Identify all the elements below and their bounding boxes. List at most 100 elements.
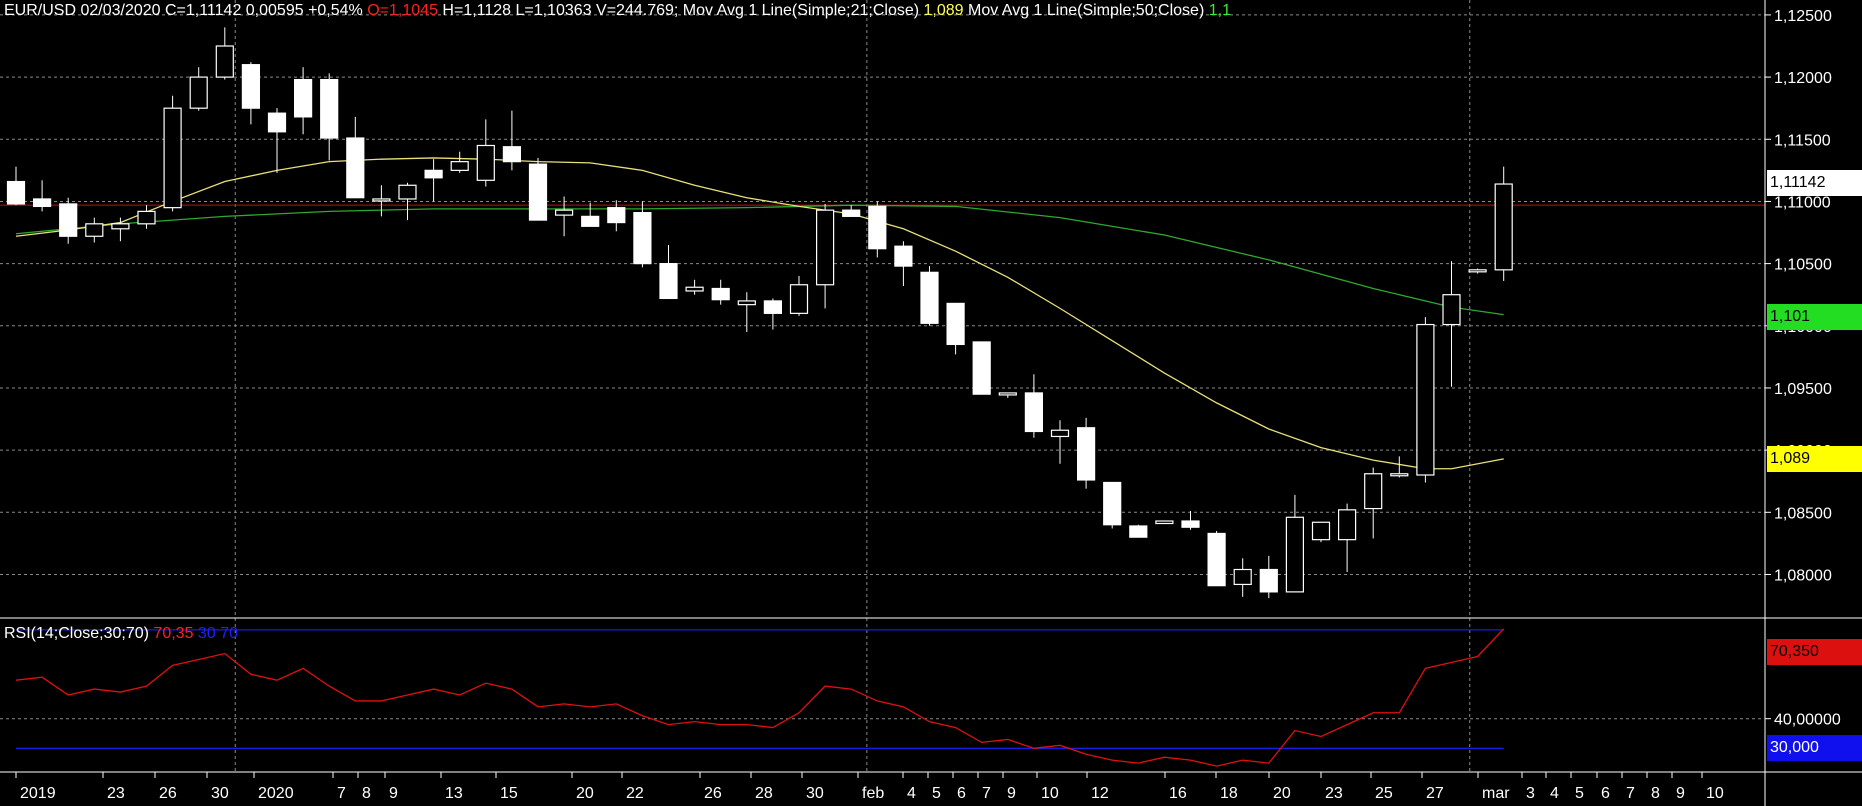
- candle-body: [763, 300, 783, 314]
- candle: [972, 341, 991, 395]
- candle-body: [398, 184, 417, 200]
- date-tick-label: 18: [1220, 785, 1238, 802]
- candle-body: [1024, 392, 1044, 433]
- ma50-path: [15, 204, 1504, 316]
- candle-body: [685, 286, 704, 292]
- date-tick-label: 8: [1651, 785, 1660, 802]
- candle: [59, 197, 78, 244]
- ma21-path: [15, 157, 1504, 470]
- candle-body: [346, 137, 365, 199]
- candle-body: [528, 163, 548, 221]
- candle-body: [789, 284, 809, 314]
- candle-body: [424, 169, 443, 179]
- candle-body: [842, 209, 861, 217]
- price-tick-label: 1,12000: [1774, 70, 1832, 87]
- date-tick-label: 27: [1426, 785, 1444, 802]
- candle-body: [267, 112, 287, 133]
- date-tick-label: 4: [907, 785, 916, 802]
- candle: [1364, 467, 1383, 539]
- date-tick-label: 20: [576, 785, 594, 802]
- rsi-low-tag: 30,000: [1767, 735, 1862, 761]
- rsi-pane: [0, 628, 1771, 767]
- candle-body: [1390, 473, 1409, 477]
- candle-body: [1181, 520, 1200, 528]
- candle-body: [476, 144, 495, 181]
- candle: [1103, 481, 1122, 529]
- header-prefix: EUR/USD 02/03/2020 C=1,11142 0,00595 +0,…: [4, 2, 363, 19]
- candle-body: [1416, 323, 1435, 476]
- candle: [842, 205, 861, 217]
- candle: [1050, 420, 1070, 464]
- candle: [241, 62, 260, 125]
- price-tick-label: 1,10500: [1774, 257, 1832, 274]
- candle-body: [1050, 429, 1070, 438]
- date-tick-label: mar: [1482, 785, 1510, 802]
- candle: [111, 217, 130, 242]
- candle: [267, 108, 287, 173]
- date-tick-label: 9: [1007, 785, 1016, 802]
- price-header: EUR/USD 02/03/2020 C=1,11142 0,00595 +0,…: [4, 2, 1231, 20]
- candle-body: [1259, 568, 1278, 593]
- candle: [1129, 524, 1148, 538]
- ma50-line: [15, 204, 1504, 316]
- candle: [294, 67, 313, 135]
- ma50-tag: 1,101: [1767, 304, 1862, 330]
- rsi-tag: 70,350: [1767, 639, 1862, 665]
- candle-body: [1442, 294, 1461, 326]
- candle: [763, 298, 783, 330]
- candle: [163, 95, 182, 212]
- candle: [1337, 503, 1357, 572]
- rsi-header-label: RSI(14;Close;30;70): [4, 625, 149, 642]
- candle: [1233, 558, 1252, 597]
- candle: [1442, 261, 1461, 387]
- candle: [1259, 555, 1278, 599]
- candle: [450, 151, 469, 173]
- date-tick-label: 3: [1526, 785, 1535, 802]
- candle: [1181, 511, 1200, 530]
- date-tick-label: 22: [626, 785, 644, 802]
- header-ma50-value: 1,1: [1208, 2, 1231, 19]
- candle: [633, 201, 652, 268]
- candle-body: [894, 245, 913, 267]
- candle: [502, 110, 521, 171]
- candle: [346, 116, 365, 199]
- candle: [6, 166, 26, 206]
- candle-body: [1285, 516, 1305, 593]
- header-ma21-label: Mov Avg 1 Line(Simple;21;Close): [682, 2, 920, 19]
- candle-body: [215, 45, 234, 78]
- candle-body: [1155, 520, 1174, 525]
- candle-body: [163, 107, 182, 209]
- candle-body: [815, 209, 835, 286]
- date-tick-label: 9: [1676, 785, 1685, 802]
- candle: [32, 180, 52, 212]
- grid: [0, 0, 1765, 772]
- date-tick-label: 5: [1575, 785, 1584, 802]
- candle: [1207, 530, 1226, 587]
- date-tick-label: 8: [362, 785, 371, 802]
- date-tick-label: 26: [159, 785, 177, 802]
- candle-body: [85, 223, 104, 237]
- header-ma50-label: Mov Avg 1 Line(Simple;50;Close): [968, 2, 1205, 19]
- candle-body: [998, 392, 1017, 396]
- date-tick-label: 7: [1626, 785, 1635, 802]
- candle: [137, 205, 156, 229]
- candle-body: [633, 212, 652, 265]
- candle: [1390, 456, 1409, 478]
- candle: [372, 185, 391, 217]
- candle: [920, 266, 939, 326]
- date-tick-label: 28: [755, 785, 773, 802]
- candle: [1076, 417, 1096, 489]
- eurusd-chart[interactable]: 1,125001,120001,115001,110001,105001,100…: [0, 0, 1862, 806]
- candle: [868, 201, 887, 258]
- date-axis: 2019 23 26 30 2020 7 8 9 13 15 20 22 26 28 30 feb 4 5 6 7 9 1…: [15, 772, 1724, 802]
- candle-body: [946, 302, 965, 346]
- header-hlv: H=1,1128 L=1,10363 V=244.769;: [442, 2, 679, 19]
- candle: [476, 119, 495, 187]
- date-tick-label: 25: [1375, 785, 1393, 802]
- candle: [1494, 166, 1513, 282]
- date-tick-label: 9: [389, 785, 398, 802]
- candle: [1311, 521, 1331, 543]
- candle: [189, 67, 208, 111]
- date-tick-label: 7: [982, 785, 991, 802]
- candle-body: [659, 263, 678, 300]
